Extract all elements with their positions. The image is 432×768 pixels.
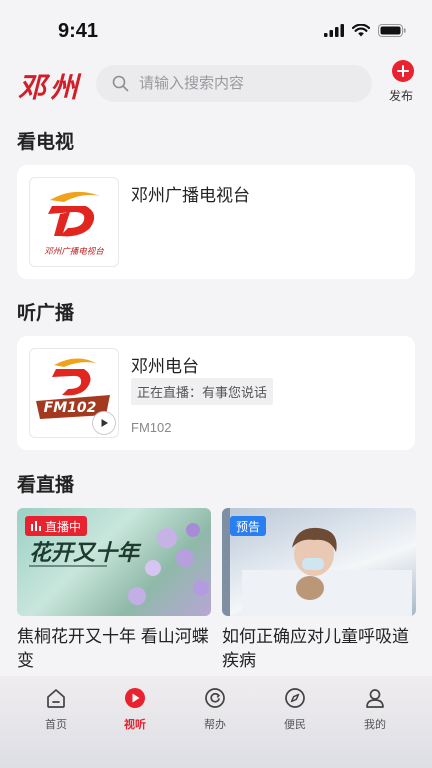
tv-station-logo: 邓州广播电视台	[29, 177, 119, 267]
tab-help[interactable]: 帮办	[185, 686, 245, 732]
user-icon	[345, 686, 405, 710]
tab-audiovisual[interactable]: 视听	[105, 686, 165, 732]
tab-help-label: 帮办	[204, 719, 226, 731]
battery-icon	[378, 24, 406, 42]
radio-station-logo: FM102	[29, 348, 119, 438]
signal-icon	[324, 24, 344, 42]
bottom-tab-bar: 首页 视听 帮办 便民 我的	[0, 676, 432, 768]
section-title-live: 看直播	[17, 475, 75, 496]
search-icon	[112, 75, 129, 92]
home-icon	[26, 686, 86, 710]
help-icon	[185, 686, 245, 710]
radio-station-name: 邓州电台	[131, 357, 199, 376]
status-bar: 9:41	[0, 0, 432, 58]
app-logo[interactable]: 邓州	[18, 66, 82, 106]
tv-station-name: 邓州广播电视台	[131, 186, 250, 205]
tab-convenience-label: 便民	[284, 719, 306, 731]
video-thumbnail: 预告	[222, 508, 416, 616]
search-input[interactable]	[137, 74, 361, 93]
video-card-live[interactable]: 花开又十年 直播中 焦桐花开又十年 看山河蝶变	[17, 508, 211, 673]
radio-station-card[interactable]: FM102 邓州电台 正在直播：有事您说话 FM102	[17, 336, 415, 450]
section-title-radio: 听广播	[17, 303, 75, 324]
preview-badge-label: 预告	[236, 519, 261, 534]
radio-logo-badge: FM102	[44, 400, 97, 416]
publish-button[interactable]: 发布	[388, 60, 418, 104]
publish-label: 发布	[388, 89, 413, 103]
live-badge: 直播中	[25, 516, 88, 536]
tv-logo-caption: 邓州广播电视台	[44, 246, 104, 257]
video-card-preview[interactable]: 预告 如何正确应对儿童呼吸道疾病	[222, 508, 416, 673]
tab-home-label: 首页	[45, 719, 67, 731]
video-title: 焦桐花开又十年 看山河蝶变	[17, 627, 209, 670]
wifi-icon	[351, 23, 371, 42]
tab-home[interactable]: 首页	[26, 686, 86, 732]
radio-live-status: 正在直播：有事您说话	[131, 378, 274, 405]
radio-frequency: FM102	[131, 420, 172, 435]
video-thumbnail: 花开又十年 直播中	[17, 508, 211, 616]
search-bar[interactable]	[96, 65, 372, 102]
play-icon[interactable]	[92, 411, 116, 435]
status-icons	[324, 23, 406, 42]
compass-icon	[265, 686, 325, 710]
video-title: 如何正确应对儿童呼吸道疾病	[222, 627, 409, 670]
preview-badge: 预告	[230, 516, 267, 536]
plus-icon	[392, 60, 414, 82]
header: 邓州 发布	[0, 58, 432, 112]
tv-station-card[interactable]: 邓州广播电视台 邓州广播电视台	[17, 165, 415, 279]
live-badge-label: 直播中	[45, 519, 82, 534]
live-bars-icon	[31, 521, 41, 531]
play-icon	[105, 686, 165, 710]
section-title-tv: 看电视	[17, 132, 75, 153]
status-time: 9:41	[58, 20, 99, 42]
tab-convenience[interactable]: 便民	[265, 686, 325, 732]
video-poster-text: 花开又十年	[29, 540, 142, 566]
tab-audiovisual-label: 视听	[124, 719, 146, 731]
tab-mine-label: 我的	[364, 719, 386, 731]
tab-mine[interactable]: 我的	[345, 686, 405, 732]
